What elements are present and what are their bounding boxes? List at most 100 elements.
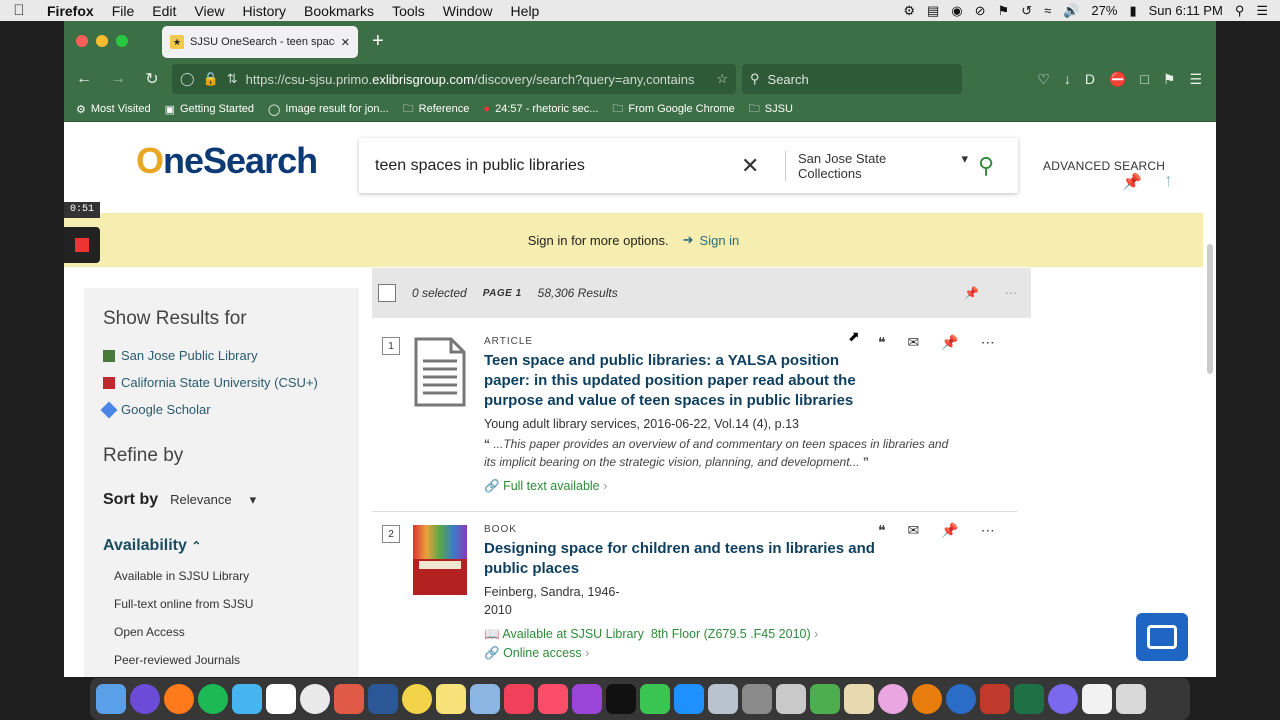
online-access-link[interactable]: 🔗 Online access › [484,646,884,661]
more-icon[interactable]: ⋯ [981,334,995,351]
result-number[interactable]: 1 [382,337,400,355]
select-all-checkbox[interactable] [378,284,396,302]
overleaf-icon[interactable] [810,684,840,714]
excel-icon[interactable] [1014,684,1044,714]
facet-peer-reviewed[interactable]: Peer-reviewed Journals [114,653,340,667]
menu-edit[interactable]: Edit [143,3,185,19]
pocket-icon[interactable]: ♡ [1037,71,1050,88]
battery-icon[interactable]: ▮ [1129,3,1136,19]
chrome-icon[interactable] [300,684,330,714]
more-icon[interactable]: ⋯ [1005,286,1017,300]
account-avatar[interactable]: D [1085,71,1095,88]
time-machine-icon[interactable]: ↺ [1021,3,1032,19]
display-icon[interactable]: ▤ [927,3,939,19]
photos-icon[interactable] [402,684,432,714]
menu-file[interactable]: File [103,3,144,19]
forward-icon[interactable]: → [104,70,132,88]
firefox-icon[interactable] [164,684,194,714]
url-text[interactable]: https://csu-sjsu.primo.exlibrisgroup.com… [246,72,709,87]
menu-history[interactable]: History [233,3,295,19]
flag-icon[interactable]: ⚑ [998,3,1010,19]
source-csu[interactable]: California State University (CSU+) [103,375,340,390]
apple-icon[interactable]:  [0,2,38,19]
gear-icon[interactable]: ⚙ [903,3,915,19]
stop-recording-button[interactable] [64,227,100,263]
messages-icon[interactable] [232,684,262,714]
close-window-button[interactable] [76,35,88,47]
document-icon[interactable] [1082,684,1112,714]
scope-select[interactable]: San Jose State Collections ▾ [798,151,968,181]
bookmark-rhetoric[interactable]: ● 24:57 - rhetoric sec... [483,103,598,115]
facetime-icon[interactable] [640,684,670,714]
word-icon[interactable] [368,684,398,714]
spotify-icon[interactable] [198,684,228,714]
lock-icon[interactable]: 🔒 [203,71,219,87]
trash-icon[interactable] [1116,684,1146,714]
creative-cloud-icon[interactable]: ◉ [951,3,962,19]
spotlight-icon[interactable]: ⚲ [1235,3,1245,19]
chat-widget-button[interactable] [1136,613,1188,661]
source-google-scholar[interactable]: Google Scholar [100,401,340,418]
advanced-search-link[interactable]: ADVANCED SEARCH [1043,159,1165,173]
preview-icon[interactable] [470,684,500,714]
new-tab-button[interactable]: + [372,30,384,53]
menu-window[interactable]: Window [434,3,502,19]
menu-help[interactable]: Help [502,3,549,19]
bookmark-getting-started[interactable]: ▣ Getting Started [165,103,254,116]
app-icon-4[interactable] [980,684,1010,714]
pin-icon[interactable]: 📌 [941,334,958,351]
bookmark-sjsu[interactable]: 🗀 SJSU [749,100,793,119]
extension-t-icon[interactable]: □ [1140,71,1148,88]
result-number[interactable]: 2 [382,525,400,543]
reload-icon[interactable]: ↻ [138,69,166,89]
book-cover-image[interactable] [413,525,467,595]
menu-app-name[interactable]: Firefox [38,3,103,19]
pin-icon[interactable]: 📌 [964,286,979,300]
url-bar[interactable]: ◯ 🔒 ⇅ https://csu-sjsu.primo.exlibrisgro… [172,64,736,94]
result-title[interactable]: Designing space for children and teens i… [484,539,884,579]
more-icon[interactable]: ⋯ [981,522,995,539]
bookmark-from-chrome[interactable]: 🗀 From Google Chrome [612,100,734,119]
finder-icon[interactable] [96,684,126,714]
appstore-icon[interactable] [674,684,704,714]
launchpad-icon[interactable] [708,684,738,714]
bookmark-star-icon[interactable]: ☆ [716,71,728,87]
app-icon-5[interactable] [1048,684,1078,714]
battery-percent[interactable]: 27% [1091,3,1117,18]
system-preferences-icon[interactable] [742,684,772,714]
permissions-icon[interactable]: ⇅ [227,71,238,87]
calendar-icon[interactable] [266,684,296,714]
sort-select[interactable]: Relevance ▾ [170,492,256,508]
news-icon[interactable] [504,684,534,714]
hamburger-menu-icon[interactable]: ☰ [1189,71,1202,88]
citation-icon[interactable]: ❝ [878,334,886,351]
music-icon[interactable] [538,684,568,714]
app-icon-3[interactable] [946,684,976,714]
dnd-icon[interactable]: ⊘ [975,3,986,19]
bookmark-reference[interactable]: 🗀 Reference [403,100,470,119]
fulltext-link[interactable]: 🔗 Full text available › [484,479,884,494]
pencil-icon[interactable] [844,684,874,714]
arrow-up-icon[interactable]: ↑ [1164,170,1173,191]
close-tab-icon[interactable]: ✕ [341,36,350,49]
menu-bookmarks[interactable]: Bookmarks [295,3,383,19]
menu-view[interactable]: View [185,3,233,19]
app-icon-2[interactable] [878,684,908,714]
result-title[interactable]: Teen space and public libraries: a YALSA… [484,351,884,411]
ublock-icon[interactable]: ⛔ [1109,71,1126,88]
onesearch-logo[interactable]: OneSearch [136,140,318,182]
document-icon[interactable] [413,337,467,407]
wifi-icon[interactable]: ≈ [1044,3,1051,18]
blender-icon[interactable] [912,684,942,714]
bookmark-most-visited[interactable]: ⚙ Most Visited [76,103,151,116]
zoom-window-button[interactable] [116,35,128,47]
shield-icon[interactable]: ◯ [180,71,195,87]
back-icon[interactable]: ← [70,70,98,88]
volume-icon[interactable]: 🔊 [1063,3,1079,19]
facet-available-sjsu[interactable]: Available in SJSU Library [114,569,340,583]
notes-icon[interactable] [436,684,466,714]
archive-icon[interactable] [776,684,806,714]
app-icon[interactable] [334,684,364,714]
signin-button[interactable]: ➜ Sign in [683,232,740,248]
email-icon[interactable]: ✉ [908,334,920,351]
